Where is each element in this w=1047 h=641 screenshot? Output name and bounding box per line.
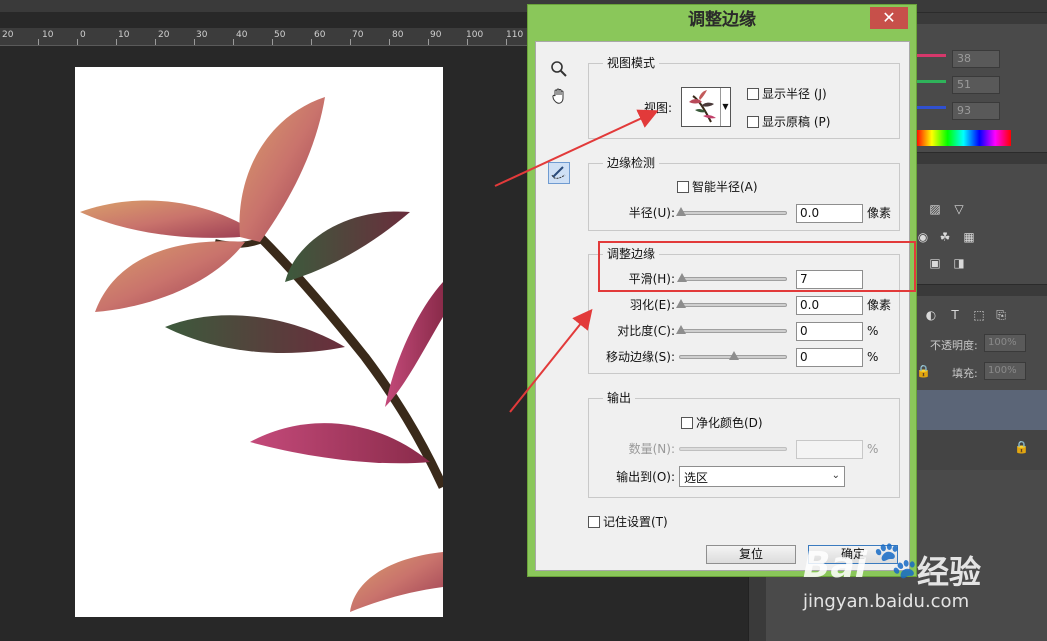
annotation-arrow (509, 308, 593, 413)
watermark-brand2: 经验 (917, 553, 982, 591)
paw-icon: 🐾 (873, 540, 918, 581)
baidu-watermark: Bai 🐾 经验 jingyan.baidu.com (795, 525, 1045, 635)
watermark-url: jingyan.baidu.com (803, 591, 970, 612)
watermark-brand: Bai (803, 545, 868, 586)
annotation-arrow (494, 109, 659, 187)
